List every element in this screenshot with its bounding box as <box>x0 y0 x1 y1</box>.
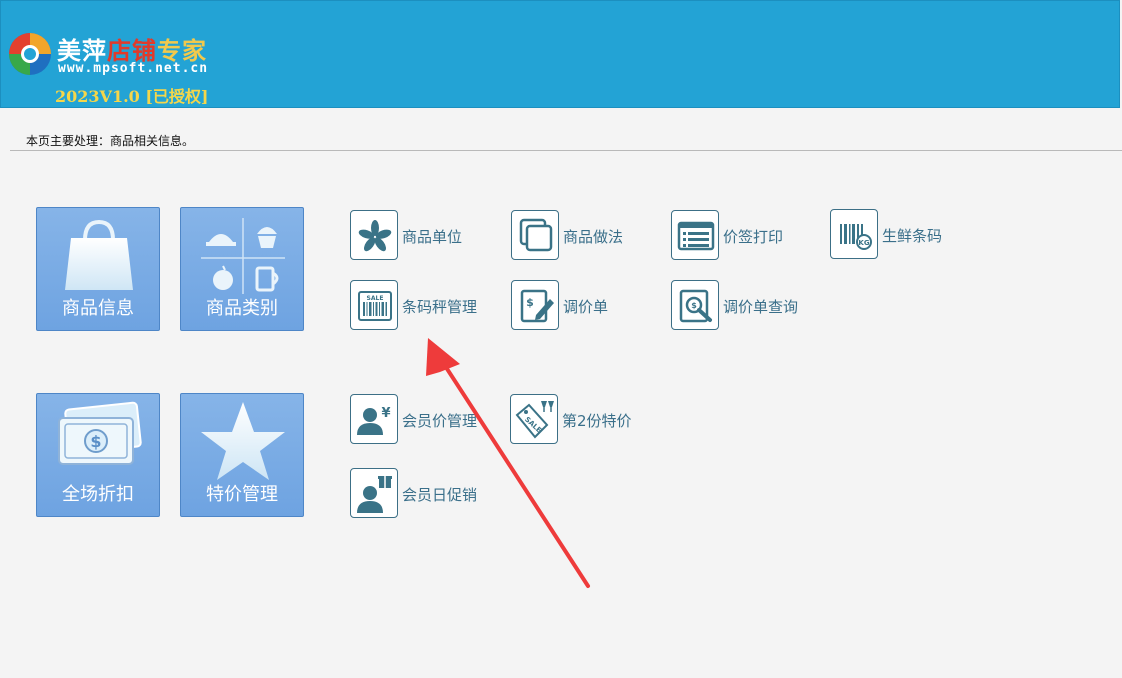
status-divider <box>10 150 1122 151</box>
app-header: 美萍店铺专家 www.mpsoft.net.cn 2023V1.0 [已授权] <box>0 0 1120 108</box>
item-label: 商品单位 <box>402 228 463 246</box>
item-label: 条码秤管理 <box>402 298 478 316</box>
item-label: 商品做法 <box>563 228 624 246</box>
page-status-text: 本页主要处理：商品相关信息。 <box>26 134 195 148</box>
tile-label: 特价管理 <box>206 484 278 505</box>
svg-text:¥: ¥ <box>381 406 390 421</box>
asterisk-icon <box>358 220 392 252</box>
item-label: 会员日促销 <box>402 486 478 504</box>
copy-icon <box>519 218 553 252</box>
item-label: 调价单查询 <box>723 298 799 316</box>
item-label: 价签打印 <box>723 228 784 246</box>
sale-tag-icon: SALE <box>515 401 554 439</box>
member-gift-icon <box>357 476 392 513</box>
tile-label: 商品信息 <box>62 298 134 319</box>
logo-globe-icon <box>9 33 51 75</box>
tile-global-discount[interactable]: $ 全场折扣 <box>36 393 160 517</box>
list-icon <box>677 221 715 251</box>
member-price-icon: ¥ <box>357 406 391 435</box>
kg-barcode-icon: KG <box>840 224 872 250</box>
svg-text:$: $ <box>691 301 697 310</box>
tile-special-price[interactable]: 特价管理 <box>180 393 304 517</box>
app-version: 2023V1.0 [已授权] <box>55 87 209 106</box>
item-label: 会员价管理 <box>402 412 478 430</box>
svg-text:$: $ <box>90 432 101 451</box>
tile-product-info[interactable]: 商品信息 <box>36 207 160 331</box>
search-doc-icon: $ <box>679 289 712 323</box>
main-page: 美萍店铺专家 www.mpsoft.net.cn 2023V1.0 [已授权] … <box>0 0 1122 678</box>
item-label: 调价单 <box>563 298 609 316</box>
tile-product-category[interactable]: 商品类别 <box>180 207 304 331</box>
app-url: www.mpsoft.net.cn <box>58 61 209 76</box>
price-edit-icon: $ <box>520 289 554 323</box>
svg-text:$: $ <box>526 296 534 309</box>
item-label: 第2份特价 <box>562 412 632 430</box>
svg-text:SALE: SALE <box>367 295 384 302</box>
tile-label: 全场折扣 <box>62 484 134 505</box>
item-label: 生鲜条码 <box>882 227 943 245</box>
tile-label: 商品类别 <box>206 298 278 319</box>
svg-text:KG: KG <box>858 239 869 247</box>
sale-barcode-icon: SALE <box>358 291 392 321</box>
